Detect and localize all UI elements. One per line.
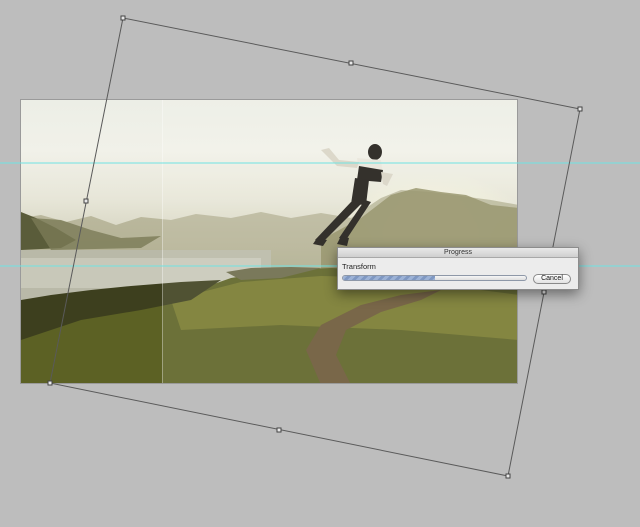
progress-dialog: Progress Transform Cancel [337,247,579,290]
document-canvas[interactable]: Progress Transform Cancel [0,0,640,527]
cancel-button[interactable]: Cancel [533,274,571,284]
transform-handle-top[interactable] [348,60,354,66]
transform-handle-top-left[interactable] [120,15,126,21]
transform-handle-bottom[interactable] [276,427,282,433]
progress-bar [342,275,527,281]
landscape-photo [20,99,518,384]
progress-bar-fill [343,276,435,280]
dialog-body: Transform Cancel [338,258,578,291]
transform-preview-edge [162,100,163,383]
transform-handle-top-right[interactable] [577,106,583,112]
transform-handle-bottom-right[interactable] [505,473,511,479]
transform-preview-overlay [162,100,517,383]
operation-label: Transform [342,262,376,271]
dialog-title: Progress [338,248,578,258]
